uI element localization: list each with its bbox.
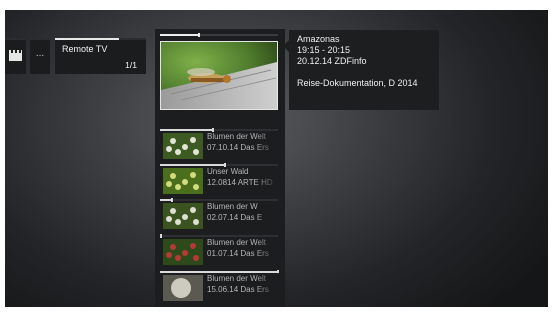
info-pointer [283, 40, 289, 52]
more-label: ... [35, 48, 45, 59]
program-date-channel: 20.12.14 ZDFinfo [297, 56, 367, 66]
recording-item[interactable]: Blumen der W 02.07.14 Das E [160, 198, 283, 231]
recordings-list: Blumen der Welt 07.10.14 Das Ers Unser Wal… [155, 29, 285, 307]
program-description: Reise-Dokumentation, D 2014 [297, 78, 418, 88]
screen: ... Remote TV 1/1 Blumen der Welt 07.10.… [0, 0, 555, 315]
recording-item[interactable]: Blumen der Welt 15.06.14 Das Ers [160, 270, 283, 303]
recording-item[interactable]: Blumen der Welt 07.10.14 Das Ers [160, 128, 283, 161]
white-blossoms-thumbnail [163, 203, 203, 229]
program-info-panel: Amazonas 19:15 - 20:15 20.12.14 ZDFinfo … [283, 30, 439, 110]
current-progress-bar [160, 33, 278, 37]
program-time: 19:15 - 20:15 [297, 45, 351, 55]
remote-tv-count: 1/1 [125, 60, 137, 70]
program-title: Amazonas [297, 34, 340, 44]
more-tile[interactable]: ... [30, 38, 50, 74]
dandelion-thumbnail [163, 275, 203, 301]
daisies-thumbnail [163, 133, 203, 159]
clapperboard-icon [9, 50, 22, 61]
recording-item[interactable]: Unser Wald 12.0814 ARTE HD [160, 163, 283, 196]
remote-tv-title: Remote TV [62, 44, 108, 54]
selected-recording-thumbnail[interactable] [160, 41, 278, 110]
red-flower-thumbnail [163, 239, 203, 265]
tv-frame: ... Remote TV 1/1 Blumen der Welt 07.10.… [5, 10, 548, 307]
forest-flowers-thumbnail [163, 168, 203, 194]
remote-tv-tile[interactable]: Remote TV 1/1 [55, 38, 146, 74]
dragonfly-thumbnail [161, 42, 277, 109]
recordings-tile[interactable] [5, 38, 26, 74]
recording-item[interactable]: Blumen der Welt 01.07.14 Das Ers [160, 234, 283, 267]
